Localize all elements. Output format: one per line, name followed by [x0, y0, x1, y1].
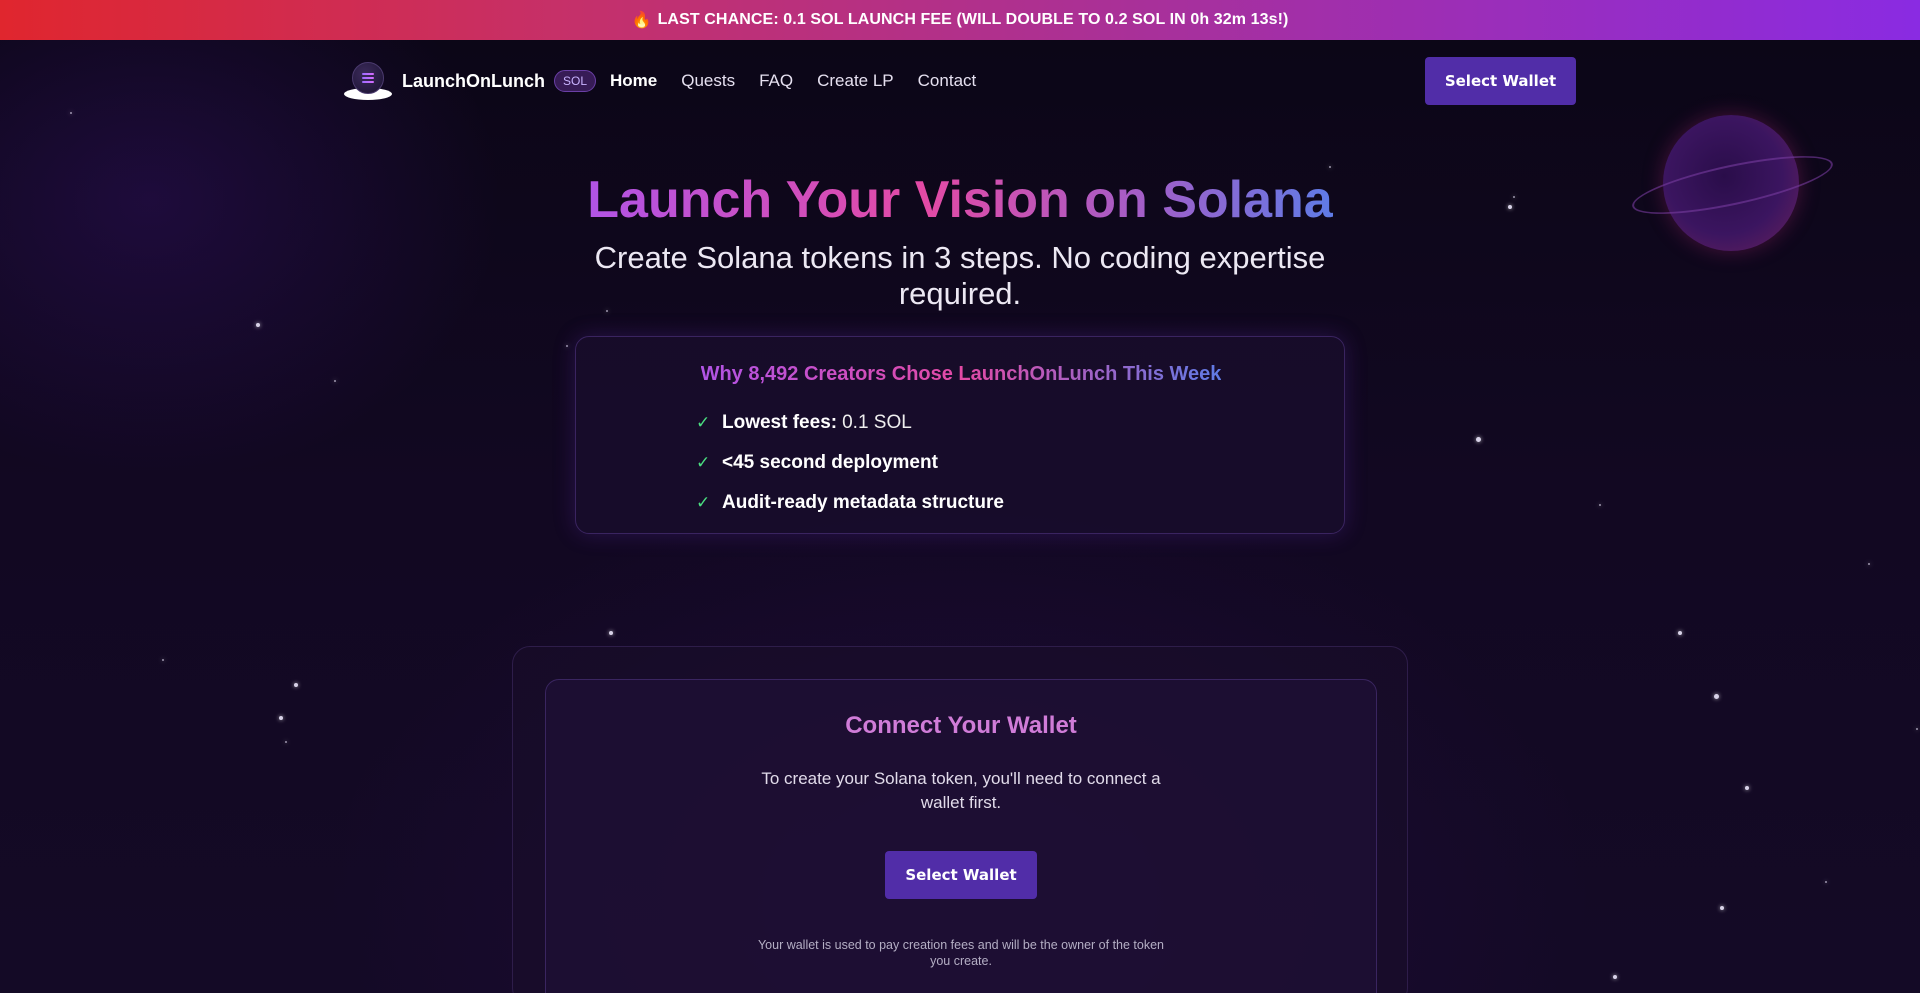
connect-wallet-card: Connect Your Wallet To create your Solan…	[545, 679, 1377, 993]
why-item-bold: Audit-ready metadata structure	[722, 492, 1004, 513]
why-item-bold: <45 second deployment	[722, 452, 938, 473]
why-card: Why 8,492 Creators Chose LaunchOnLunch T…	[575, 336, 1345, 534]
top-nav: LaunchOnLunch SOL Home Quests FAQ Create…	[0, 40, 1920, 122]
star	[1720, 906, 1724, 910]
solana-logo-icon	[344, 60, 392, 102]
list-item: ✓ <45 second deployment	[696, 443, 1009, 483]
star	[1599, 504, 1601, 506]
star	[609, 631, 613, 635]
why-title: Why 8,492 Creators Chose LaunchOnLunch T…	[700, 363, 1222, 385]
star	[1868, 563, 1870, 565]
nav-link-home[interactable]: Home	[610, 71, 657, 91]
brand-name: LaunchOnLunch	[402, 70, 545, 91]
check-icon: ✓	[696, 453, 711, 472]
star	[1678, 631, 1682, 635]
star	[1613, 975, 1617, 979]
star	[566, 345, 568, 347]
star	[1714, 694, 1719, 699]
nav-link-faq[interactable]: FAQ	[759, 71, 793, 91]
star	[256, 323, 260, 327]
list-item: ✓ Lowest fees: 0.1 SOL	[696, 403, 1009, 443]
star	[1745, 786, 1749, 790]
list-item: ✓ Audit-ready metadata structure	[696, 483, 1009, 523]
star	[1476, 437, 1481, 442]
why-item-value: 0.1 SOL	[842, 412, 912, 433]
check-icon: ✓	[696, 493, 711, 512]
why-item-bold: Lowest fees:	[722, 412, 838, 433]
select-wallet-button-main[interactable]: Select Wallet	[885, 851, 1037, 899]
connect-title: Connect Your Wallet	[845, 712, 1077, 739]
star	[285, 741, 287, 743]
logo[interactable]: LaunchOnLunch SOL	[344, 60, 597, 102]
star	[162, 659, 164, 661]
hero: Launch Your Vision on Solana Create Sola…	[0, 168, 1920, 312]
why-list: ✓ Lowest fees: 0.1 SOL ✓ <45 second depl…	[696, 403, 1009, 523]
token-creator-panel: Connect Your Wallet To create your Solan…	[512, 646, 1408, 993]
select-wallet-button[interactable]: Select Wallet	[1425, 57, 1576, 105]
hero-title: Launch Your Vision on Solana	[587, 168, 1332, 232]
sol-badge: SOL	[554, 70, 597, 92]
promo-banner-text: LAST CHANCE: 0.1 SOL LAUNCH FEE (WILL DO…	[657, 11, 1289, 28]
nav-link-contact[interactable]: Contact	[918, 71, 977, 91]
star	[334, 380, 336, 382]
star	[294, 683, 298, 687]
nav-links: Home Quests FAQ Create LP Contact	[610, 71, 976, 91]
hero-subtitle: Create Solana tokens in 3 steps. No codi…	[594, 240, 1326, 311]
star	[1825, 881, 1827, 883]
nav-link-create-lp[interactable]: Create LP	[817, 71, 894, 91]
nav-link-quests[interactable]: Quests	[681, 71, 735, 91]
promo-banner: 🔥 LAST CHANCE: 0.1 SOL LAUNCH FEE (WILL …	[0, 0, 1920, 40]
wallet-note: Your wallet is used to pay creation fees…	[757, 938, 1165, 968]
check-icon: ✓	[696, 413, 711, 432]
connect-description: To create your Solana token, you'll need…	[761, 769, 1161, 812]
star	[1916, 728, 1918, 730]
fire-icon: 🔥	[631, 12, 652, 29]
star	[279, 716, 283, 720]
